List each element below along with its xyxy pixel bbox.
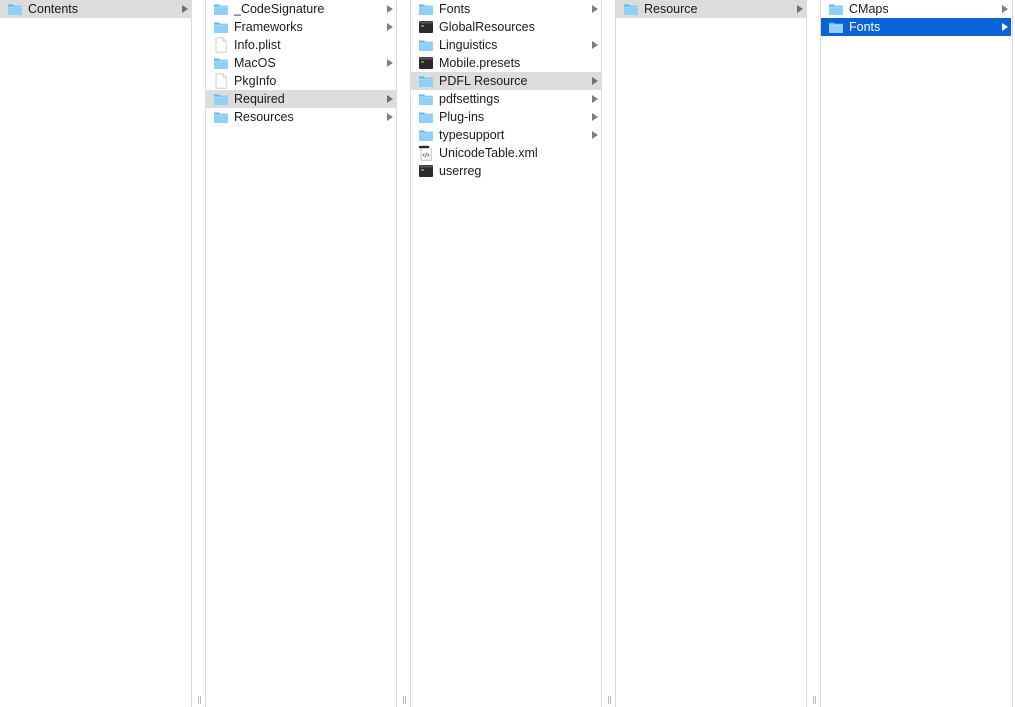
list-item-pdfsettings[interactable]: pdfsettings: [411, 90, 601, 108]
list-item-plug-ins[interactable]: Plug-ins: [411, 108, 601, 126]
chevron-right-icon: [1002, 5, 1008, 13]
list-item-fonts[interactable]: Fonts: [821, 18, 1011, 36]
item-label: GlobalResources: [439, 20, 535, 34]
list-item-fonts[interactable]: Fonts: [411, 0, 601, 18]
item-label: Required: [234, 92, 285, 106]
item-label: Mobile.presets: [439, 56, 521, 70]
chevron-right-icon: [592, 5, 598, 13]
chevron-right-icon: [387, 59, 393, 67]
folder-icon: [213, 109, 229, 125]
chevron-right-icon: [387, 23, 393, 31]
folder-icon: [213, 19, 229, 35]
item-label: Contents: [28, 2, 79, 16]
list-item-resources[interactable]: Resources: [206, 108, 396, 126]
list-item-info-plist[interactable]: Info.plist: [206, 36, 396, 54]
item-label: typesupport: [439, 128, 505, 142]
folder-icon: [213, 91, 229, 107]
folder-icon: [213, 1, 229, 17]
column-3[interactable]: Fonts GlobalResources Linguistics Mobile.pr…: [411, 0, 601, 707]
folder-icon: [623, 1, 639, 17]
item-label: Fonts: [849, 20, 881, 34]
column-resize-handle[interactable]: ||: [807, 695, 821, 705]
list-item-required[interactable]: Required: [206, 90, 396, 108]
list-item-codesignature[interactable]: _CodeSignature: [206, 0, 396, 18]
list-item-frameworks[interactable]: Frameworks: [206, 18, 396, 36]
item-label: UnicodeTable.xml: [439, 146, 538, 160]
chevron-right-icon: [182, 5, 188, 13]
chevron-right-icon: [387, 113, 393, 121]
column-divider: [1012, 0, 1013, 707]
xml-file-icon: [418, 145, 434, 161]
list-item-userreg[interactable]: userreg: [411, 162, 601, 180]
chevron-right-icon: [387, 95, 393, 103]
chevron-right-icon: [1002, 23, 1008, 31]
chevron-right-icon: [592, 41, 598, 49]
column-divider: [601, 0, 602, 707]
column-resize-handle[interactable]: ||: [397, 695, 411, 705]
item-label: MacOS: [234, 56, 276, 70]
item-label: Resources: [234, 110, 294, 124]
item-label: userreg: [439, 164, 482, 178]
chevron-right-icon: [592, 77, 598, 85]
item-label: Plug-ins: [439, 110, 485, 124]
column-resize-handle[interactable]: ||: [192, 695, 206, 705]
terminal-file-icon: [418, 55, 434, 71]
item-label: Frameworks: [234, 20, 303, 34]
item-label: PkgInfo: [234, 74, 277, 88]
list-item-globalresources[interactable]: GlobalResources: [411, 18, 601, 36]
terminal-file-icon: [418, 163, 434, 179]
list-item-pkginfo[interactable]: PkgInfo: [206, 72, 396, 90]
item-label: Resource: [644, 2, 698, 16]
folder-icon: [418, 91, 434, 107]
column-divider: [806, 0, 807, 707]
folder-icon: [418, 37, 434, 53]
folder-icon: [418, 73, 434, 89]
list-item-typesupport[interactable]: typesupport: [411, 126, 601, 144]
document-icon: [213, 37, 229, 53]
item-label: PDFL Resource: [439, 74, 528, 88]
list-item-cmaps[interactable]: CMaps: [821, 0, 1011, 18]
chevron-right-icon: [797, 5, 803, 13]
column-4[interactable]: Resource: [616, 0, 806, 707]
finder-column-browser: Contents || _CodeSignature Frameworks Info…: [0, 0, 1015, 707]
chevron-right-icon: [592, 131, 598, 139]
column-divider: [396, 0, 397, 707]
chevron-right-icon: [592, 95, 598, 103]
folder-icon: [418, 127, 434, 143]
chevron-right-icon: [592, 113, 598, 121]
list-item-linguistics[interactable]: Linguistics: [411, 36, 601, 54]
list-item-resource[interactable]: Resource: [616, 0, 806, 18]
list-item-macos[interactable]: MacOS: [206, 54, 396, 72]
chevron-right-icon: [387, 5, 393, 13]
list-item-contents[interactable]: Contents: [0, 0, 191, 18]
folder-icon: [418, 1, 434, 17]
folder-icon: [213, 55, 229, 71]
column-2[interactable]: _CodeSignature Frameworks Info.plist MacOS P…: [206, 0, 396, 707]
item-label: Fonts: [439, 2, 471, 16]
item-label: pdfsettings: [439, 92, 500, 106]
terminal-file-icon: [418, 19, 434, 35]
folder-icon: [418, 109, 434, 125]
list-item-pdfl-resource[interactable]: PDFL Resource: [411, 72, 601, 90]
item-label: _CodeSignature: [234, 2, 325, 16]
column-5[interactable]: CMaps Fonts: [821, 0, 1011, 707]
list-item-unicodetable-xml[interactable]: UnicodeTable.xml: [411, 144, 601, 162]
folder-icon: [7, 1, 23, 17]
item-label: CMaps: [849, 2, 889, 16]
folder-icon: [828, 1, 844, 17]
item-label: Linguistics: [439, 38, 498, 52]
document-icon: [213, 73, 229, 89]
item-label: Info.plist: [234, 38, 281, 52]
column-resize-handle[interactable]: ||: [602, 695, 616, 705]
folder-icon: [828, 19, 844, 35]
list-item-mobile-presets[interactable]: Mobile.presets: [411, 54, 601, 72]
column-divider: [191, 0, 192, 707]
column-1[interactable]: Contents: [0, 0, 191, 707]
